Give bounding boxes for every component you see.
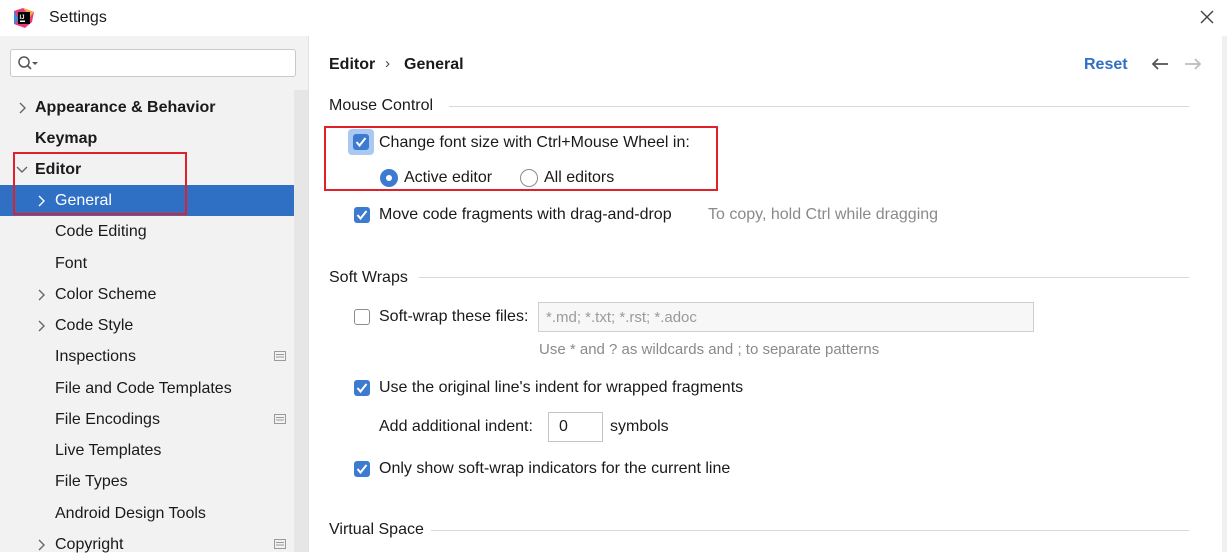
wildcard-hint: Use * and ? as wildcards and ; to separa…	[539, 341, 880, 358]
tree-item-editor[interactable]: Editor	[0, 154, 294, 185]
title-bar: IJ Settings	[0, 0, 1227, 36]
tree-item-label: File Encodings	[55, 411, 160, 428]
chevron-right-icon[interactable]	[37, 195, 47, 207]
tree-item-label: Code Editing	[55, 223, 147, 240]
tree-item-label: Keymap	[35, 130, 98, 147]
forward-arrow-icon[interactable]	[1183, 56, 1203, 72]
chevron-right-icon[interactable]	[37, 289, 47, 301]
use-original-indent-label: Use the original line's indent for wrapp…	[379, 379, 744, 396]
only-show-indicators-label: Only show soft-wrap indicators for the c…	[379, 460, 731, 477]
soft-wrap-files-label: Soft-wrap these files:	[379, 308, 529, 325]
soft-wrap-files-checkbox[interactable]	[354, 309, 370, 325]
settings-sidebar: Appearance & Behavior Keymap Editor Gene…	[0, 36, 309, 553]
tree-item-label: File Types	[55, 473, 128, 490]
checkmark-icon	[356, 464, 368, 475]
additional-indent-input[interactable]	[548, 412, 603, 442]
all-editors-radio[interactable]	[520, 169, 538, 187]
svg-text:IJ: IJ	[20, 15, 25, 21]
soft-wrap-files-field[interactable]	[538, 302, 1034, 332]
tree-item-android-design-tools[interactable]: Android Design Tools	[0, 498, 294, 529]
chevron-right-icon[interactable]	[37, 320, 47, 332]
additional-indent-label: Add additional indent:	[379, 418, 533, 435]
window-title: Settings	[49, 9, 107, 26]
tree-item-file-types[interactable]: File Types	[0, 466, 294, 497]
search-input[interactable]	[41, 53, 295, 75]
tree-item-label: Code Style	[55, 317, 134, 334]
tree-item-label: Editor	[35, 161, 82, 178]
tree-item-appearance-behavior[interactable]: Appearance & Behavior	[0, 92, 294, 123]
breadcrumb-general: General	[404, 56, 464, 73]
chevron-down-icon[interactable]	[16, 165, 28, 175]
breadcrumb-editor[interactable]: Editor	[329, 56, 375, 74]
section-title-soft-wraps: Soft Wraps	[329, 269, 408, 286]
tree-item-code-style[interactable]: Code Style	[0, 310, 294, 341]
additional-indent-unit: symbols	[610, 418, 669, 435]
section-divider	[419, 277, 1189, 278]
tree-item-label: Appearance & Behavior	[35, 99, 216, 116]
tree-item-keymap[interactable]: Keymap	[0, 123, 294, 154]
change-font-size-label: Change font size with Ctrl+Mouse Wheel i…	[379, 134, 690, 151]
breadcrumb-separator: ›	[385, 55, 390, 72]
tree-item-file-encodings[interactable]: File Encodings	[0, 404, 294, 435]
tree-item-code-editing[interactable]: Code Editing	[0, 216, 294, 247]
tree-item-copyright[interactable]: Copyright	[0, 529, 294, 560]
use-original-indent-checkbox[interactable]	[354, 380, 370, 396]
tree-item-font[interactable]: Font	[0, 248, 294, 279]
section-divider	[431, 530, 1189, 531]
move-code-hint: To copy, hold Ctrl while dragging	[708, 206, 939, 223]
tree-item-label: General	[55, 192, 112, 209]
chevron-right-icon[interactable]	[37, 539, 47, 551]
all-editors-label: All editors	[544, 169, 615, 186]
section-divider	[449, 106, 1189, 107]
active-editor-label: Active editor	[404, 169, 493, 186]
reset-button[interactable]: Reset	[1084, 56, 1128, 74]
search-box[interactable]	[10, 49, 296, 77]
section-title-virtual-space: Virtual Space	[329, 521, 424, 538]
active-editor-radio[interactable]	[380, 169, 398, 187]
content-scrollbar[interactable]	[1222, 36, 1227, 552]
tree-item-label: Android Design Tools	[55, 505, 206, 522]
tree-item-file-code-templates[interactable]: File and Code Templates	[0, 373, 294, 404]
chevron-right-icon[interactable]	[18, 102, 28, 114]
tree-item-color-scheme[interactable]: Color Scheme	[0, 279, 294, 310]
section-title-mouse-control: Mouse Control	[329, 97, 434, 114]
tree-item-label: Color Scheme	[55, 286, 157, 303]
checkmark-icon	[356, 210, 368, 221]
search-icon[interactable]	[17, 55, 39, 73]
change-font-size-checkbox[interactable]	[353, 134, 369, 150]
tree-item-label: Font	[55, 255, 88, 272]
tree-item-label: Live Templates	[55, 442, 162, 459]
checkmark-icon	[356, 383, 368, 394]
project-level-icon	[274, 351, 286, 361]
sidebar-scrollbar[interactable]	[294, 90, 308, 552]
settings-content: Editor › General Reset Mouse Control Cha…	[309, 36, 1227, 552]
tree-item-label: Inspections	[55, 348, 136, 365]
intellij-app-icon: IJ	[14, 8, 34, 28]
tree-item-live-templates[interactable]: Live Templates	[0, 435, 294, 466]
tree-item-label: File and Code Templates	[55, 380, 232, 397]
back-arrow-icon[interactable]	[1150, 56, 1170, 72]
move-code-label: Move code fragments with drag-and-drop	[379, 206, 672, 223]
tree-item-inspections[interactable]: Inspections	[0, 341, 294, 372]
tree-item-general[interactable]: General	[0, 185, 294, 216]
close-icon[interactable]	[1197, 7, 1217, 27]
only-show-indicators-checkbox[interactable]	[354, 461, 370, 477]
project-level-icon	[274, 414, 286, 424]
project-level-icon	[274, 539, 286, 549]
tree-item-label: Copyright	[55, 536, 124, 553]
move-code-checkbox[interactable]	[354, 207, 370, 223]
checkmark-icon	[355, 137, 367, 148]
